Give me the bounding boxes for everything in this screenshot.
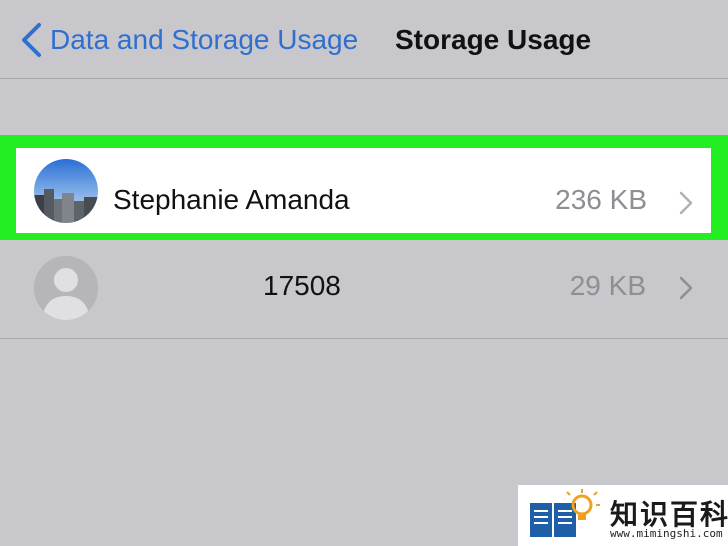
navigation-bar: Data and Storage Usage Storage Usage	[0, 0, 728, 79]
list-item[interactable]: 17508 29 KB	[0, 240, 728, 339]
page-title: Storage Usage	[395, 24, 592, 55]
chevron-right-icon	[679, 276, 693, 300]
watermark-logo: 知识百科 www.mimingshi.com	[518, 485, 728, 546]
back-button[interactable]: Data and Storage Usage	[20, 20, 358, 60]
contact-name: Stephanie Amanda	[113, 184, 350, 215]
watermark-url: www.mimingshi.com	[610, 527, 723, 540]
chevron-left-icon	[22, 23, 41, 57]
list-item[interactable]: Stephanie Amanda 236 KB	[16, 148, 711, 233]
storage-size: 236 KB	[555, 184, 647, 215]
book-lightbulb-icon	[530, 489, 600, 537]
person-placeholder-icon	[34, 256, 98, 320]
photo-avatar-icon	[34, 159, 98, 223]
avatar	[34, 159, 98, 223]
contact-name: 17508	[263, 270, 341, 301]
highlight-frame: Stephanie Amanda 236 KB	[0, 135, 728, 246]
back-button-label: Data and Storage Usage	[50, 24, 359, 55]
storage-size: 29 KB	[569, 270, 646, 301]
chevron-right-icon	[679, 191, 693, 215]
avatar	[34, 256, 98, 320]
